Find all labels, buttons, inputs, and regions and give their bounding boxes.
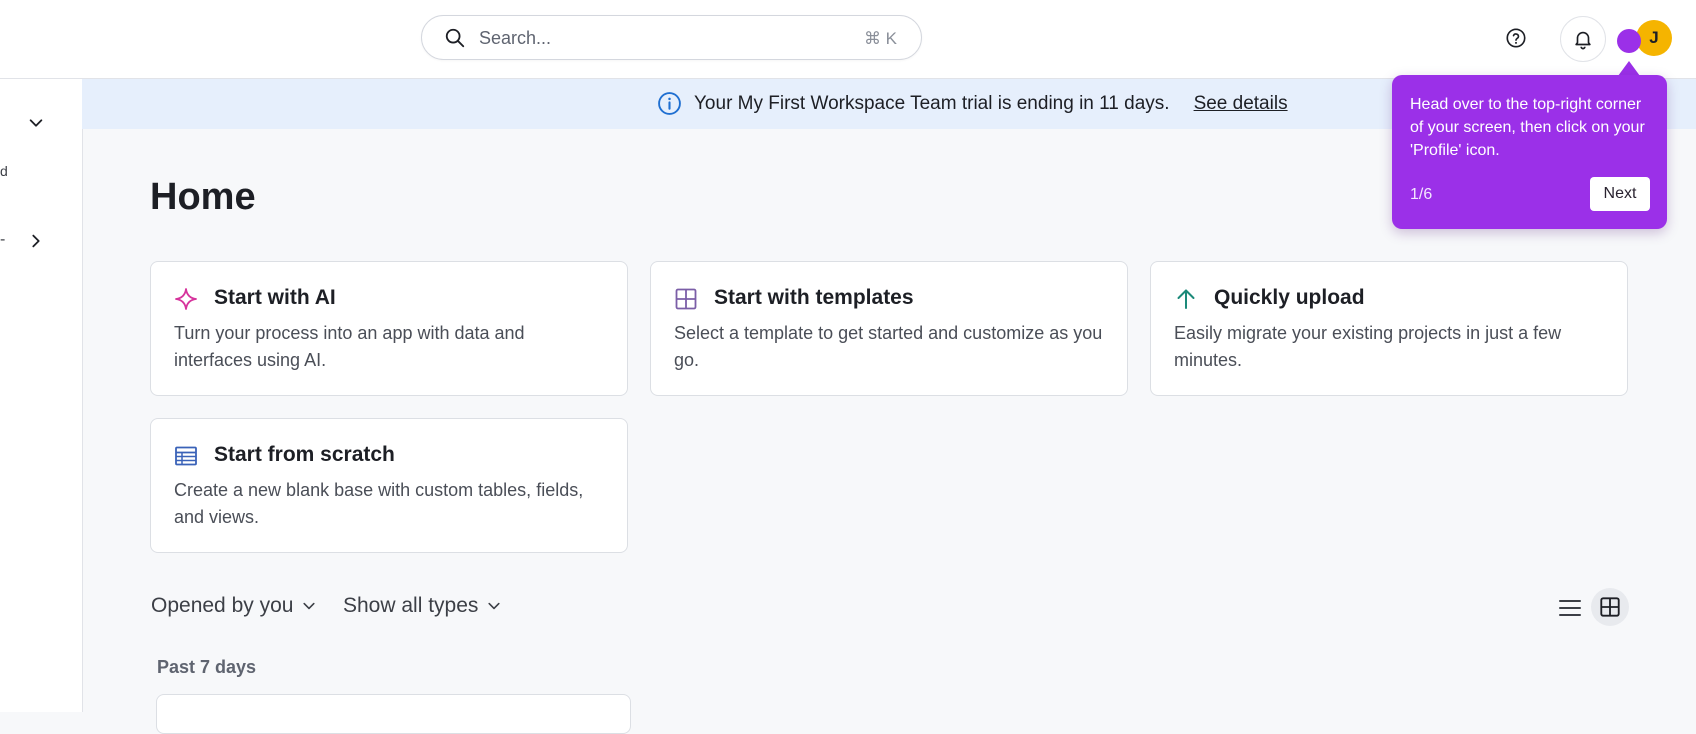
section-label: Past 7 days [157,657,257,677]
card-description: Turn your process into an app with data … [174,323,525,370]
search-icon [445,28,465,48]
show-types-label: Show all types [343,594,479,617]
notifications-button[interactable] [1560,16,1606,62]
list-icon [1559,600,1581,616]
page-title: Home [150,176,256,218]
recent-base-card[interactable] [156,694,631,734]
grid-view-icon [1600,597,1620,617]
help-button[interactable] [1493,15,1539,61]
help-icon [1506,28,1526,48]
next-button[interactable]: Next [1590,177,1650,211]
chevron-down-icon [303,602,316,610]
see-details-link[interactable]: See details [1194,93,1288,115]
card-title: Start with templates [714,286,914,309]
tooltip-text: Head over to the top-right corner of you… [1410,96,1645,159]
card-title: Start with AI [214,286,336,309]
quickly-upload-card[interactable]: Quickly upload Easily migrate your exist… [1150,261,1628,396]
list-view-button[interactable] [1554,594,1586,622]
sidebar-partial-text: d [0,163,8,179]
banner-message: Your My First Workspace Team trial is en… [694,92,1170,114]
card-description: Create a new blank base with custom tabl… [174,480,584,527]
bell-icon [1575,31,1591,50]
show-types-dropdown[interactable]: Show all types [343,594,502,618]
chevron-down-icon[interactable] [27,114,45,132]
top-bar: Search... ⌘ K J [0,0,1696,79]
card-title: Quickly upload [1214,286,1365,309]
start-from-scratch-card[interactable]: Start from scratch Create a new blank ba… [150,418,628,553]
info-icon [658,92,681,115]
onboarding-tooltip: Head over to the top-right corner of you… [1392,75,1667,229]
start-with-ai-card[interactable]: Start with AI Turn your process into an … [150,261,628,396]
sidebar: d - [0,79,83,712]
search-placeholder: Search... [479,28,552,48]
table-icon [175,446,197,466]
onboarding-beacon [1617,29,1641,53]
sidebar-partial-dash: - [0,231,6,248]
tooltip-arrow [1618,61,1640,76]
opened-by-dropdown[interactable]: Opened by you [151,594,317,618]
search-bar[interactable]: Search... ⌘ K [421,15,922,60]
start-with-templates-card[interactable]: Start with templates Select a template t… [650,261,1128,396]
arrow-up-icon [1177,289,1195,309]
card-description: Easily migrate your existing projects in… [1174,323,1562,370]
search-shortcut: ⌘ K [863,29,897,48]
profile-avatar[interactable]: J [1636,20,1672,56]
tooltip-step-counter: 1/6 [1410,186,1433,203]
card-description: Select a template to get started and cus… [674,323,1103,370]
card-title: Start from scratch [214,443,395,466]
opened-by-label: Opened by you [151,594,294,617]
sparkle-icon [175,288,197,310]
grid-icon [675,288,697,310]
grid-view-button[interactable] [1591,588,1629,626]
chevron-down-icon [488,602,501,610]
chevron-right-icon[interactable] [27,232,45,250]
